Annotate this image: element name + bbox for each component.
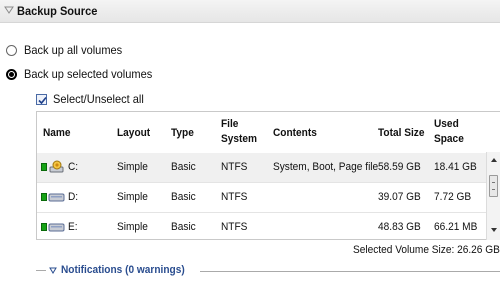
notifications-label[interactable]: Notifications (0 warnings) bbox=[61, 264, 185, 276]
column-header-file-system-line1[interactable]: File bbox=[221, 117, 238, 131]
divider bbox=[36, 269, 46, 271]
backup-all-volumes-label: Back up all volumes bbox=[24, 43, 123, 57]
contents-cell: System, Boot, Page file bbox=[273, 161, 379, 173]
table-row[interactable]: C: Simple Basic NTFS System, Boot, Page … bbox=[37, 153, 500, 183]
select-all-row[interactable]: Select/Unselect all bbox=[36, 92, 152, 106]
type-cell: Basic bbox=[171, 191, 196, 203]
status-green-icon bbox=[41, 163, 47, 171]
total-size-cell: 39.07 GB bbox=[378, 191, 421, 203]
backup-all-volumes-radio[interactable] bbox=[6, 44, 17, 56]
status-green-icon bbox=[41, 223, 47, 231]
column-header-type[interactable]: Type bbox=[171, 126, 194, 140]
system-drive-icon bbox=[49, 160, 64, 173]
used-space-cell: 7.72 GB bbox=[434, 191, 472, 203]
scrollbar-thumb[interactable] bbox=[489, 175, 498, 197]
column-header-contents[interactable]: Contents bbox=[273, 126, 317, 140]
notifications-toggle[interactable]: Notifications (0 warnings) bbox=[36, 264, 195, 276]
file-system-cell: NTFS bbox=[221, 221, 248, 233]
select-all-label: Select/Unselect all bbox=[53, 92, 144, 106]
file-system-cell: NTFS bbox=[221, 191, 248, 203]
column-header-layout[interactable]: Layout bbox=[117, 126, 150, 140]
used-space-cell: 66.21 MB bbox=[434, 221, 478, 233]
section-title: Backup Source bbox=[17, 4, 98, 18]
volume-name: D: bbox=[68, 191, 79, 203]
backup-selected-volumes-radio[interactable] bbox=[6, 68, 17, 80]
backup-all-volumes-option[interactable]: Back up all volumes bbox=[6, 42, 131, 58]
column-header-total-size[interactable]: Total Size bbox=[378, 126, 424, 140]
volume-name: C: bbox=[68, 161, 79, 173]
backup-selected-volumes-option[interactable]: Back up selected volumes bbox=[6, 66, 163, 82]
scroll-up-arrow-icon[interactable] bbox=[490, 156, 498, 164]
layout-cell: Simple bbox=[117, 221, 148, 233]
volume-name-cell: E: bbox=[41, 220, 78, 234]
column-header-file-system-line2[interactable]: System bbox=[221, 132, 257, 146]
backup-source-header[interactable]: Backup Source bbox=[0, 0, 500, 23]
status-green-icon bbox=[41, 193, 47, 201]
volumes-table: Name Layout Type File System Contents To… bbox=[36, 111, 500, 240]
drive-icon bbox=[48, 193, 65, 202]
table-scrollbar[interactable] bbox=[486, 152, 500, 240]
table-header: Name Layout Type File System Contents To… bbox=[37, 112, 500, 154]
selected-volume-size: Selected Volume Size: 26.26 GB bbox=[353, 244, 500, 256]
file-system-cell: NTFS bbox=[221, 161, 248, 173]
type-cell: Basic bbox=[171, 221, 196, 233]
column-header-used-space-line2[interactable]: Space bbox=[434, 132, 464, 146]
total-size-cell: 48.83 GB bbox=[378, 221, 421, 233]
scroll-down-arrow-icon[interactable] bbox=[490, 226, 498, 234]
table-row[interactable]: E: Simple Basic NTFS 48.83 GB 66.21 MB bbox=[37, 213, 500, 239]
layout-cell: Simple bbox=[117, 161, 148, 173]
select-all-checkbox[interactable] bbox=[36, 93, 47, 105]
collapse-chevron-icon[interactable] bbox=[4, 5, 14, 15]
volume-name-cell: D: bbox=[41, 190, 79, 204]
checkmark-icon bbox=[38, 96, 47, 104]
divider bbox=[200, 271, 500, 272]
backup-selected-volumes-label: Back up selected volumes bbox=[24, 67, 153, 81]
drive-icon bbox=[48, 223, 65, 232]
column-header-name[interactable]: Name bbox=[43, 126, 71, 140]
table-row[interactable]: D: Simple Basic NTFS 39.07 GB 7.72 GB bbox=[37, 183, 500, 213]
total-size-cell: 58.59 GB bbox=[378, 161, 421, 173]
column-header-used-space-line1[interactable]: Used bbox=[434, 117, 459, 131]
layout-cell: Simple bbox=[117, 191, 148, 203]
volume-name-cell: C: bbox=[41, 160, 79, 174]
volume-name: E: bbox=[68, 221, 78, 233]
type-cell: Basic bbox=[171, 161, 196, 173]
used-space-cell: 18.41 GB bbox=[434, 161, 477, 173]
expand-chevron-icon[interactable] bbox=[49, 266, 57, 274]
